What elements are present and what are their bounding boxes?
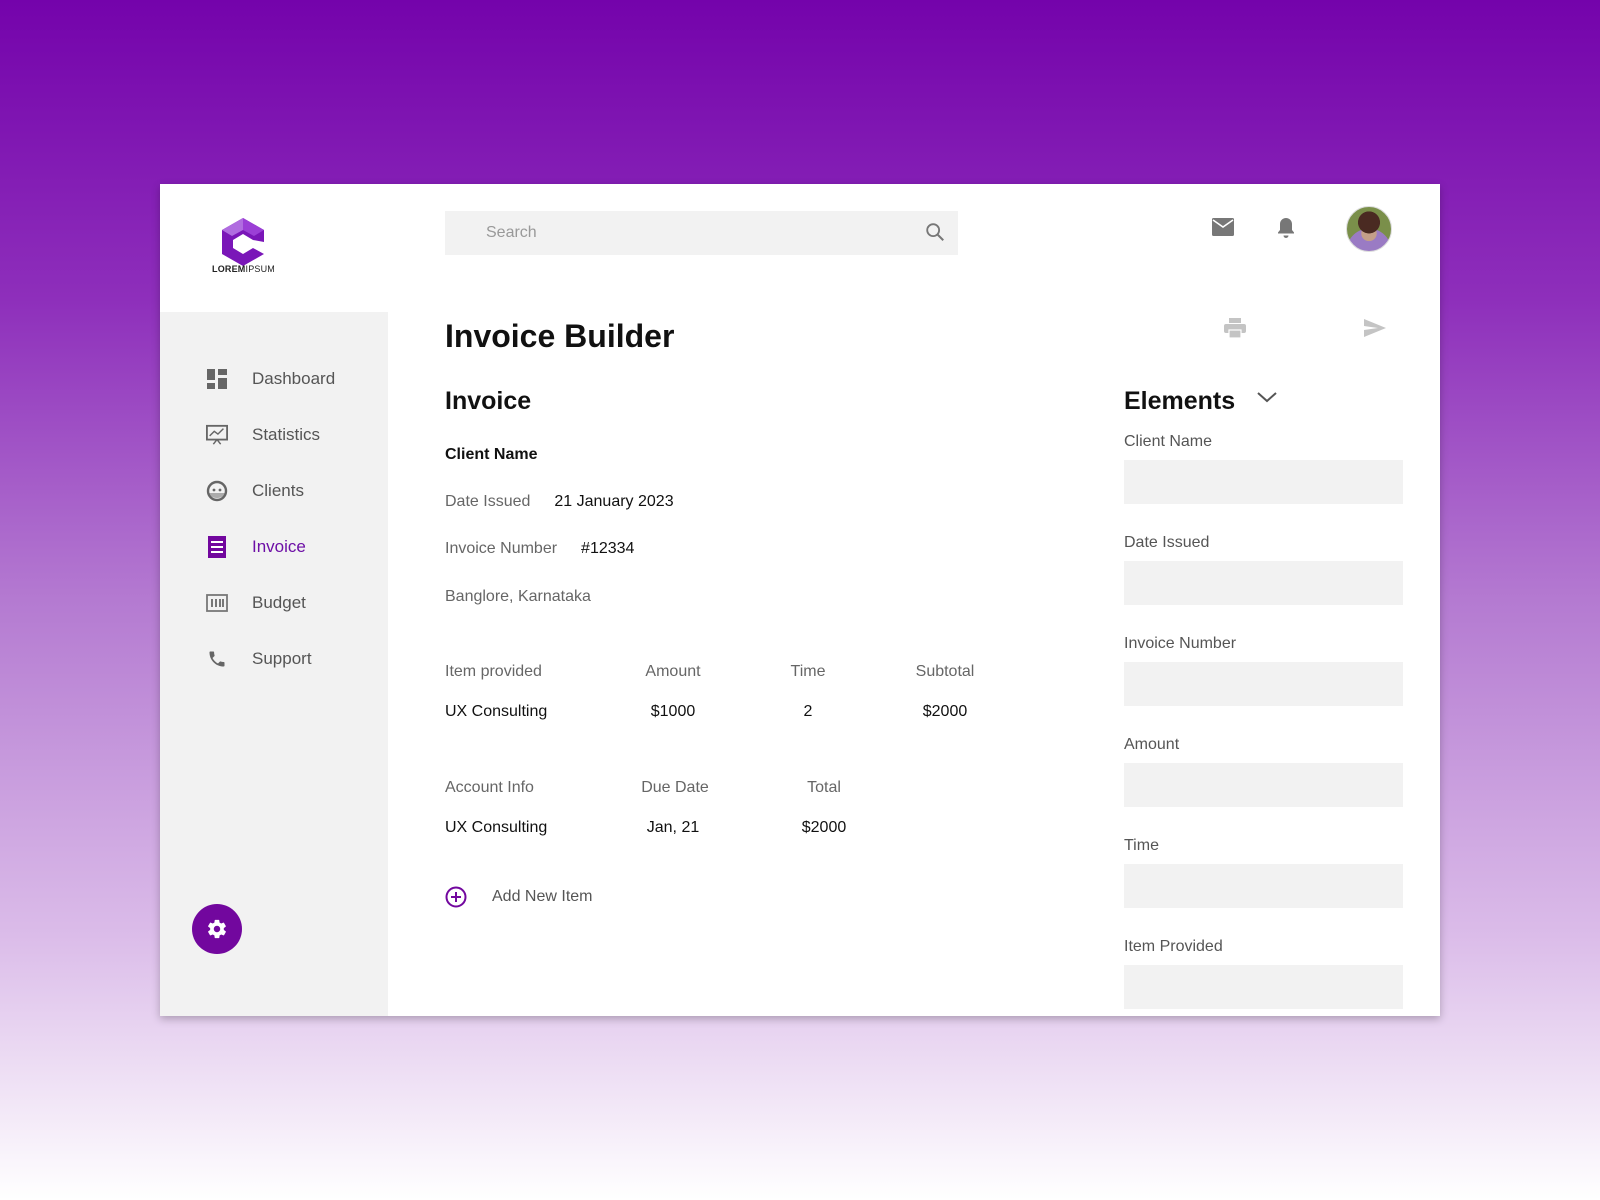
table-header: Time [790, 663, 826, 680]
item-provided-field[interactable] [1124, 965, 1403, 1009]
bell-icon[interactable] [1276, 216, 1296, 240]
add-new-item-label: Add New Item [492, 888, 593, 905]
brand-logo-text: LOREMIPSUM [212, 264, 276, 274]
table-cell: $2000 [801, 819, 847, 836]
invoice-section-title: Invoice [445, 387, 532, 415]
table-header: Total [807, 779, 841, 796]
sidebar-item-label: Invoice [252, 537, 306, 556]
page-title: Invoice Builder [445, 318, 675, 354]
sidebar: Dashboard Statistics Clients Invoice Bud… [160, 312, 388, 1016]
search-input[interactable] [445, 211, 905, 255]
sidebar-item-budget[interactable]: Budget [206, 588, 306, 618]
sidebar-item-clients[interactable]: Clients [206, 476, 304, 506]
app-window: LOREMIPSUM Dashboard Statistics Clients … [160, 184, 1440, 1016]
clients-icon [206, 480, 228, 502]
client-name: Client Name [445, 446, 538, 463]
element-label-item-provided: Item Provided [1124, 938, 1223, 955]
date-issued-field[interactable] [1124, 561, 1403, 605]
invoice-icon [206, 536, 228, 558]
date-issued-row: Date Issued 21 January 2023 [445, 493, 674, 511]
chevron-down-icon[interactable] [1256, 390, 1278, 404]
table-cell: 2 [803, 703, 813, 720]
send-icon[interactable] [1364, 319, 1386, 337]
sidebar-item-label: Clients [252, 481, 304, 500]
invoice-number-value: #12334 [581, 540, 635, 557]
sidebar-item-dashboard[interactable]: Dashboard [206, 364, 335, 394]
sidebar-item-invoice[interactable]: Invoice [206, 532, 306, 562]
invoice-number-label: Invoice Number [445, 540, 558, 557]
table-header: Account Info [445, 779, 534, 796]
sidebar-item-label: Support [252, 649, 312, 668]
element-label-invoice-number: Invoice Number [1124, 635, 1237, 652]
statistics-icon [206, 424, 228, 446]
date-issued-label: Date Issued [445, 493, 531, 510]
invoice-number-row: Invoice Number #12334 [445, 540, 634, 558]
client-name-field[interactable] [1124, 460, 1403, 504]
table-header: Subtotal [915, 663, 975, 680]
gear-icon [208, 919, 226, 939]
date-issued-value: 21 January 2023 [554, 493, 674, 510]
print-icon[interactable] [1224, 318, 1246, 338]
mail-icon[interactable] [1212, 218, 1234, 236]
settings-button[interactable] [192, 904, 242, 954]
invoice-number-field[interactable] [1124, 662, 1403, 706]
table-header: Item provided [445, 663, 542, 680]
element-label-amount: Amount [1124, 736, 1180, 753]
amount-field[interactable] [1124, 763, 1403, 807]
add-new-item-button[interactable]: Add New Item [445, 886, 592, 908]
table-cell: $2000 [922, 703, 968, 720]
search-bar [445, 211, 958, 255]
element-label-time: Time [1124, 837, 1159, 854]
sidebar-item-label: Dashboard [252, 369, 336, 388]
table-cell: UX Consulting [445, 819, 548, 836]
table-cell: UX Consulting [445, 703, 548, 720]
table-cell: Jan, 21 [646, 819, 700, 836]
plus-circle-icon [445, 886, 467, 908]
table-header: Due Date [641, 779, 709, 796]
dashboard-icon [206, 368, 228, 390]
elements-title: Elements [1124, 387, 1236, 415]
sidebar-item-label: Statistics [252, 425, 321, 444]
time-field[interactable] [1124, 864, 1403, 908]
avatar[interactable] [1346, 206, 1392, 252]
budget-icon [206, 592, 228, 614]
sidebar-item-statistics[interactable]: Statistics [206, 420, 320, 450]
element-label-date-issued: Date Issued [1124, 534, 1210, 551]
table-cell: $1000 [650, 703, 696, 720]
table-header: Amount [645, 663, 701, 680]
sidebar-item-support[interactable]: Support [206, 644, 312, 674]
sidebar-item-label: Budget [252, 593, 306, 612]
search-icon[interactable] [924, 221, 946, 243]
phone-icon [206, 648, 228, 670]
client-address: Banglore, Karnataka [445, 588, 591, 605]
element-label-client-name: Client Name [1124, 433, 1213, 450]
